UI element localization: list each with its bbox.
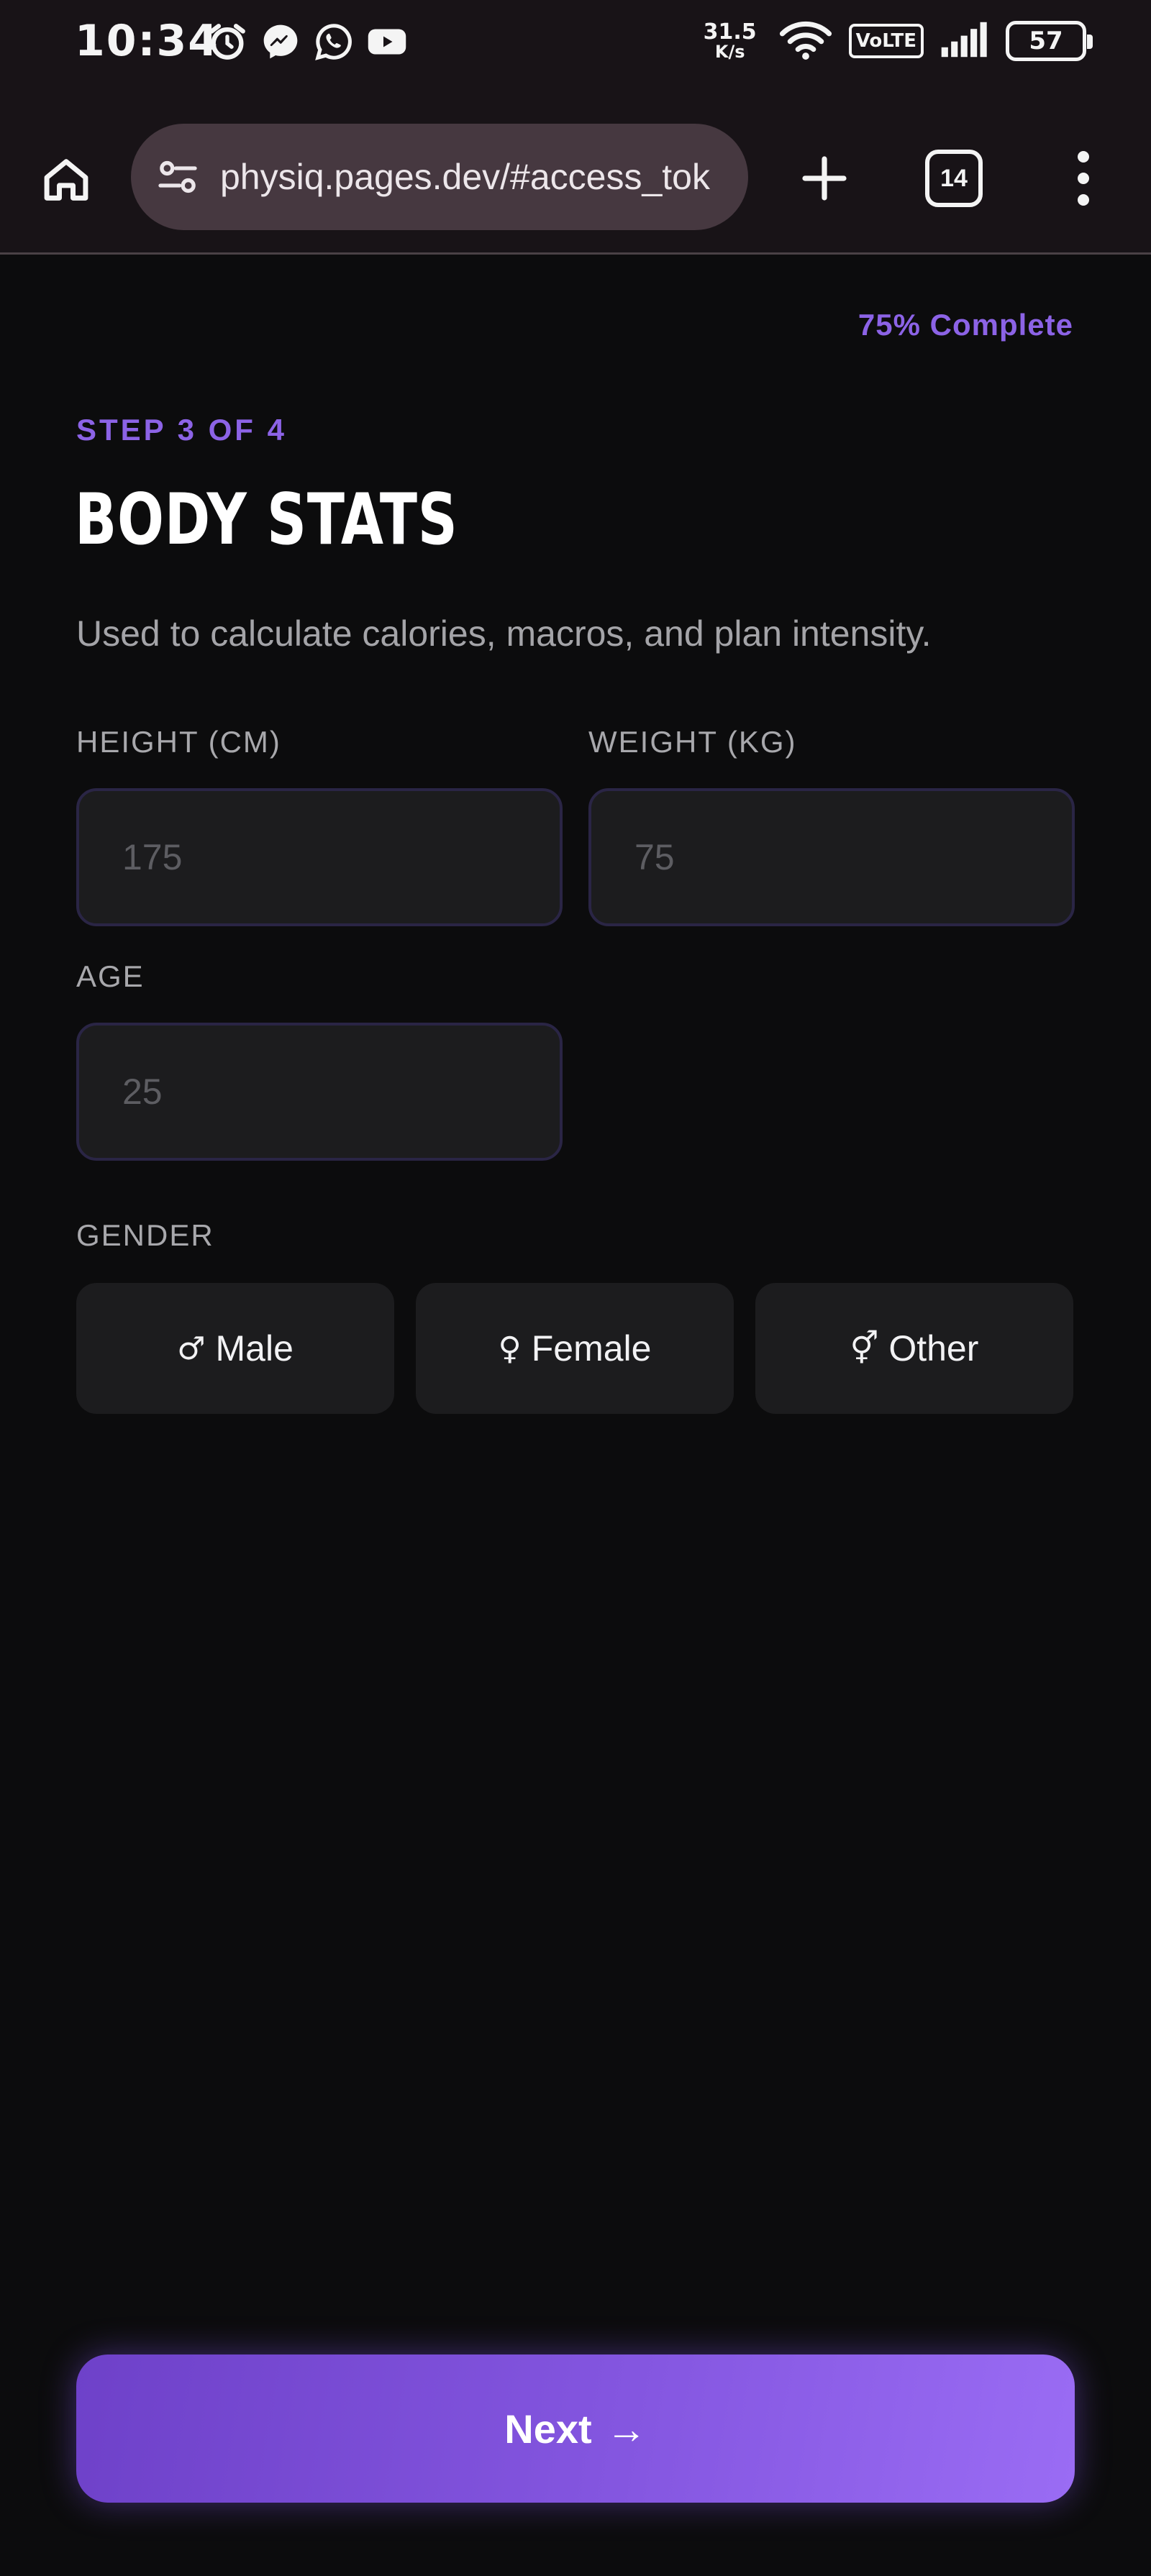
- weight-label: WEIGHT (KG): [588, 725, 797, 759]
- battery-icon: 57: [1006, 21, 1093, 61]
- browser-toolbar: physiq.pages.dev/#access_tok 14: [0, 115, 1151, 255]
- tab-count: 14: [940, 164, 968, 192]
- youtube-icon: [365, 20, 409, 63]
- gender-option-label: Other: [888, 1328, 979, 1369]
- page-title: BODY STATS: [75, 479, 458, 561]
- system-icons: 31.5 K/s VoLTE 57: [698, 17, 1093, 65]
- female-symbol-icon: ♀: [498, 1330, 522, 1367]
- tabs-button[interactable]: 14: [925, 150, 983, 207]
- gender-female-button[interactable]: ♀ Female: [416, 1283, 734, 1414]
- gender-other-button[interactable]: ⚥ Other: [755, 1283, 1073, 1414]
- step-indicator: STEP 3 OF 4: [76, 413, 287, 447]
- plus-icon: [802, 156, 847, 201]
- arrow-right-icon: →: [606, 2406, 647, 2452]
- weight-input[interactable]: [588, 788, 1075, 926]
- home-button[interactable]: [36, 150, 96, 210]
- age-input[interactable]: [76, 1023, 563, 1161]
- more-vert-icon[interactable]: [1062, 144, 1105, 213]
- signal-icon: [940, 19, 990, 63]
- new-tab-button[interactable]: [790, 144, 859, 213]
- age-label: AGE: [76, 959, 145, 993]
- gender-option-label: Female: [531, 1328, 652, 1369]
- url-text[interactable]: physiq.pages.dev/#access_tok: [220, 156, 710, 198]
- status-time: 10:34: [75, 16, 219, 66]
- next-button[interactable]: Next →: [76, 2355, 1075, 2503]
- page-subtitle: Used to calculate calories, macros, and …: [76, 613, 932, 654]
- height-label: HEIGHT (CM): [76, 725, 281, 759]
- whatsapp-icon: [312, 20, 355, 63]
- alarm-icon: [206, 20, 249, 63]
- status-bar: 10:34 31.5 K/s VoLTE 57: [0, 0, 1151, 115]
- home-icon: [44, 159, 88, 201]
- male-symbol-icon: ♂: [177, 1330, 206, 1367]
- gender-male-button[interactable]: ♂ Male: [76, 1283, 394, 1414]
- volte-badge: VoLTE: [848, 24, 924, 58]
- gender-option-label: Male: [215, 1328, 294, 1369]
- other-gender-symbol-icon: ⚥: [850, 1330, 879, 1367]
- gender-label: GENDER: [76, 1218, 214, 1252]
- height-input[interactable]: [76, 788, 563, 926]
- progress-label: 75% Complete: [857, 308, 1073, 342]
- next-button-label: Next: [504, 2406, 592, 2452]
- site-settings-icon[interactable]: [151, 150, 204, 204]
- messenger-icon: [259, 20, 302, 63]
- notification-icons: [206, 20, 409, 63]
- network-speed: 31.5 K/s: [703, 19, 757, 62]
- wifi-icon: [778, 18, 833, 65]
- address-bar[interactable]: physiq.pages.dev/#access_tok: [131, 124, 748, 230]
